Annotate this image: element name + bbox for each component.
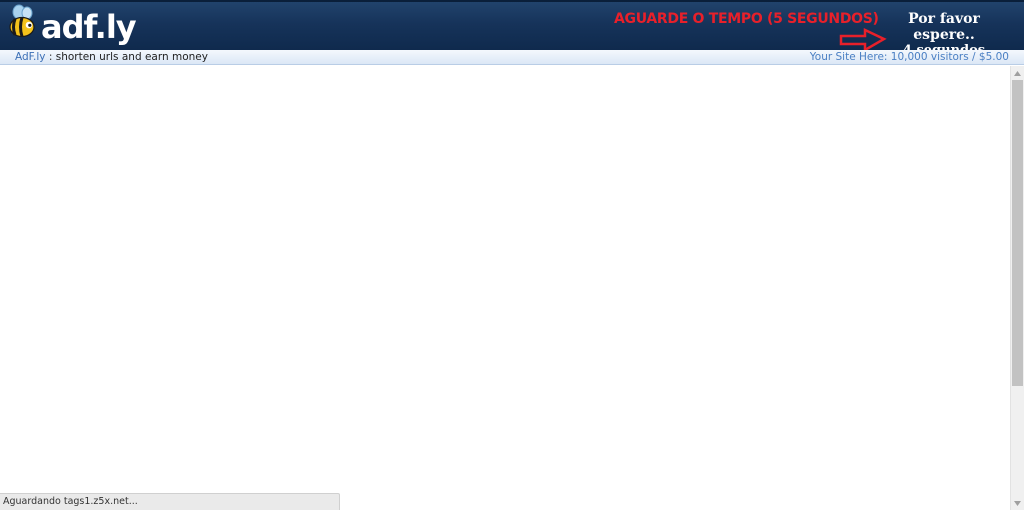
scroll-up-button[interactable] (1011, 66, 1024, 80)
browser-page: adf.ly AGUARDE O TEMPO (5 SEGUNDOS) Por … (0, 0, 1024, 510)
scroll-down-button[interactable] (1011, 496, 1024, 510)
scroll-thumb[interactable] (1012, 80, 1023, 386)
info-bar: AdF.ly : shorten urls and earn money You… (0, 50, 1024, 65)
vertical-scrollbar[interactable] (1010, 66, 1024, 510)
content-frame (0, 66, 1010, 510)
countdown-message: Por favor espere.. (908, 11, 980, 43)
adfly-logo[interactable]: adf.ly (6, 4, 137, 48)
tagline: shorten urls and earn money (55, 51, 208, 63)
advertise-link[interactable]: Your Site Here: 10,000 visitors / $5.00 (810, 50, 1009, 64)
status-bar: Aguardando tags1.z5x.net... (0, 493, 340, 510)
caret-up-icon (1014, 70, 1021, 76)
logo-text: adf.ly (41, 8, 137, 46)
info-bar-left: AdF.ly : shorten urls and earn money (15, 50, 208, 64)
caret-down-icon (1014, 500, 1021, 506)
wait-notice: AGUARDE O TEMPO (5 SEGUNDOS) (614, 11, 879, 27)
info-separator: : (45, 51, 56, 63)
bee-icon (9, 4, 35, 38)
adfly-home-link[interactable]: AdF.ly (15, 51, 46, 63)
